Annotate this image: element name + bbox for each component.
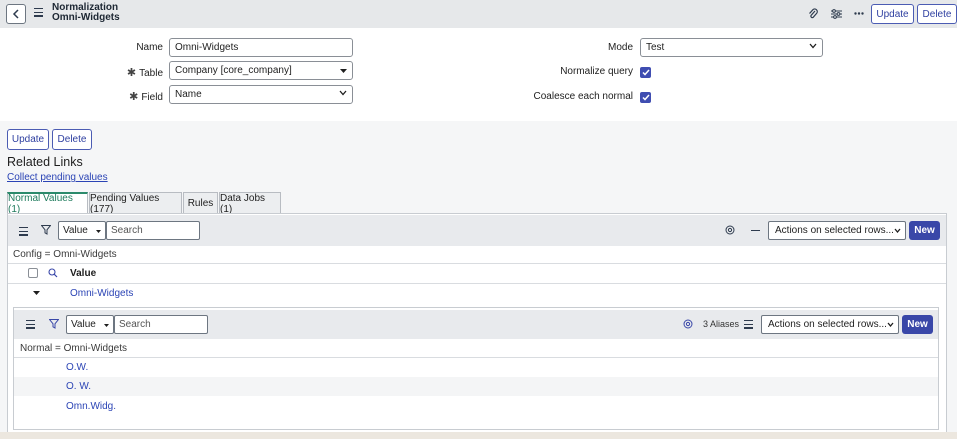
- coalesce-checkbox[interactable]: [640, 92, 651, 103]
- table-reference-field[interactable]: Company [core_company]: [169, 61, 353, 80]
- search-icon[interactable]: [48, 268, 58, 278]
- list-search-input[interactable]: Search: [106, 221, 200, 240]
- collect-pending-values-link[interactable]: Collect pending values: [7, 172, 108, 183]
- field-value: Name: [175, 89, 202, 100]
- list-row-link[interactable]: Omni-Widgets: [70, 288, 133, 299]
- mode-label: Mode: [607, 42, 633, 53]
- update-button[interactable]: Update: [7, 129, 49, 150]
- nested-search-input[interactable]: Search: [114, 315, 208, 334]
- form-title-record: Omni-Widgets: [52, 12, 120, 23]
- normalize-query-label: Normalize query: [560, 66, 633, 77]
- page-footer-strip: [0, 432, 957, 439]
- chevron-down-icon: [894, 228, 901, 233]
- name-label: Name: [136, 42, 163, 53]
- coalesce-label: Coalesce each normal: [533, 91, 634, 102]
- checkmark-icon: [641, 94, 650, 101]
- required-icon: ✱: [129, 91, 139, 103]
- table-row: [14, 377, 938, 396]
- tab-normal-values[interactable]: Normal Values (1): [7, 192, 88, 215]
- delete-button[interactable]: Delete: [52, 129, 92, 150]
- gear-icon[interactable]: [725, 225, 735, 235]
- nested-row-link[interactable]: O. W.: [66, 381, 91, 392]
- list-filter-field-select[interactable]: Value: [58, 221, 106, 240]
- header-update-button[interactable]: Update: [871, 4, 914, 24]
- row-divider: [8, 283, 946, 284]
- aliases-count: 3: [703, 319, 709, 329]
- field-label: ✱ Field: [129, 91, 163, 103]
- required-icon: ✱: [126, 67, 137, 79]
- chevron-down-icon: [339, 90, 347, 96]
- header-delete-button[interactable]: Delete: [917, 4, 957, 24]
- nested-columns-icon[interactable]: [744, 320, 753, 330]
- paperclip-icon[interactable]: [808, 8, 818, 20]
- row-divider: [14, 357, 938, 358]
- table-label: ✱ Table: [126, 67, 163, 79]
- back-button[interactable]: [6, 4, 26, 24]
- nested-actions-select[interactable]: Actions on selected rows...: [761, 315, 899, 334]
- dropdown-arrow-icon: [340, 69, 347, 73]
- list-menu-icon[interactable]: [19, 227, 28, 237]
- nested-breadcrumb[interactable]: Normal = Omni-Widgets: [20, 343, 127, 354]
- nested-list-menu-icon[interactable]: [26, 320, 35, 330]
- tab-data-jobs[interactable]: Data Jobs (1): [219, 192, 281, 215]
- name-input[interactable]: Omni-Widgets: [169, 38, 353, 57]
- column-header-value[interactable]: Value: [70, 268, 96, 279]
- row-divider: [8, 263, 946, 264]
- field-select[interactable]: Name: [169, 85, 353, 104]
- select-all-checkbox[interactable]: [28, 268, 38, 278]
- nested-filter-field-select[interactable]: Value: [66, 315, 114, 334]
- tab-rules[interactable]: Rules: [183, 192, 218, 214]
- normalize-query-checkbox[interactable]: [640, 67, 651, 78]
- checkmark-icon: [641, 69, 650, 76]
- more-options-icon[interactable]: [854, 12, 864, 15]
- nested-row-link[interactable]: O.W.: [66, 362, 88, 373]
- list-breadcrumb[interactable]: Config = Omni-Widgets: [13, 249, 117, 260]
- settings-sliders-icon[interactable]: [831, 8, 842, 20]
- nested-new-button[interactable]: New: [902, 315, 933, 334]
- gear-icon[interactable]: [683, 319, 693, 329]
- list-new-button[interactable]: New: [909, 221, 940, 240]
- nested-row-link[interactable]: Omn.Widg.: [66, 401, 116, 412]
- chevron-down-icon: [809, 43, 817, 49]
- chevron-left-icon: [12, 9, 19, 19]
- form-header: Normalization Omni-Widgets Update Delete: [0, 0, 957, 28]
- context-menu-icon[interactable]: [34, 8, 43, 18]
- dropdown-arrow-icon: [96, 230, 101, 233]
- list-actions-select[interactable]: Actions on selected rows...: [768, 221, 906, 240]
- related-links-title: Related Links: [7, 155, 83, 169]
- filter-icon[interactable]: [41, 225, 51, 235]
- chevron-down-icon: [887, 322, 894, 327]
- table-value: Company [core_company]: [175, 65, 292, 76]
- collapse-icon[interactable]: [751, 230, 760, 232]
- filter-icon[interactable]: [49, 319, 59, 329]
- mode-select[interactable]: Test: [640, 38, 823, 57]
- dropdown-arrow-icon: [104, 324, 109, 327]
- expand-row-icon[interactable]: [33, 291, 40, 295]
- aliases-label: Aliases: [710, 319, 740, 329]
- tab-pending-values[interactable]: Pending Values (177): [89, 192, 182, 215]
- mode-value: Test: [646, 42, 665, 53]
